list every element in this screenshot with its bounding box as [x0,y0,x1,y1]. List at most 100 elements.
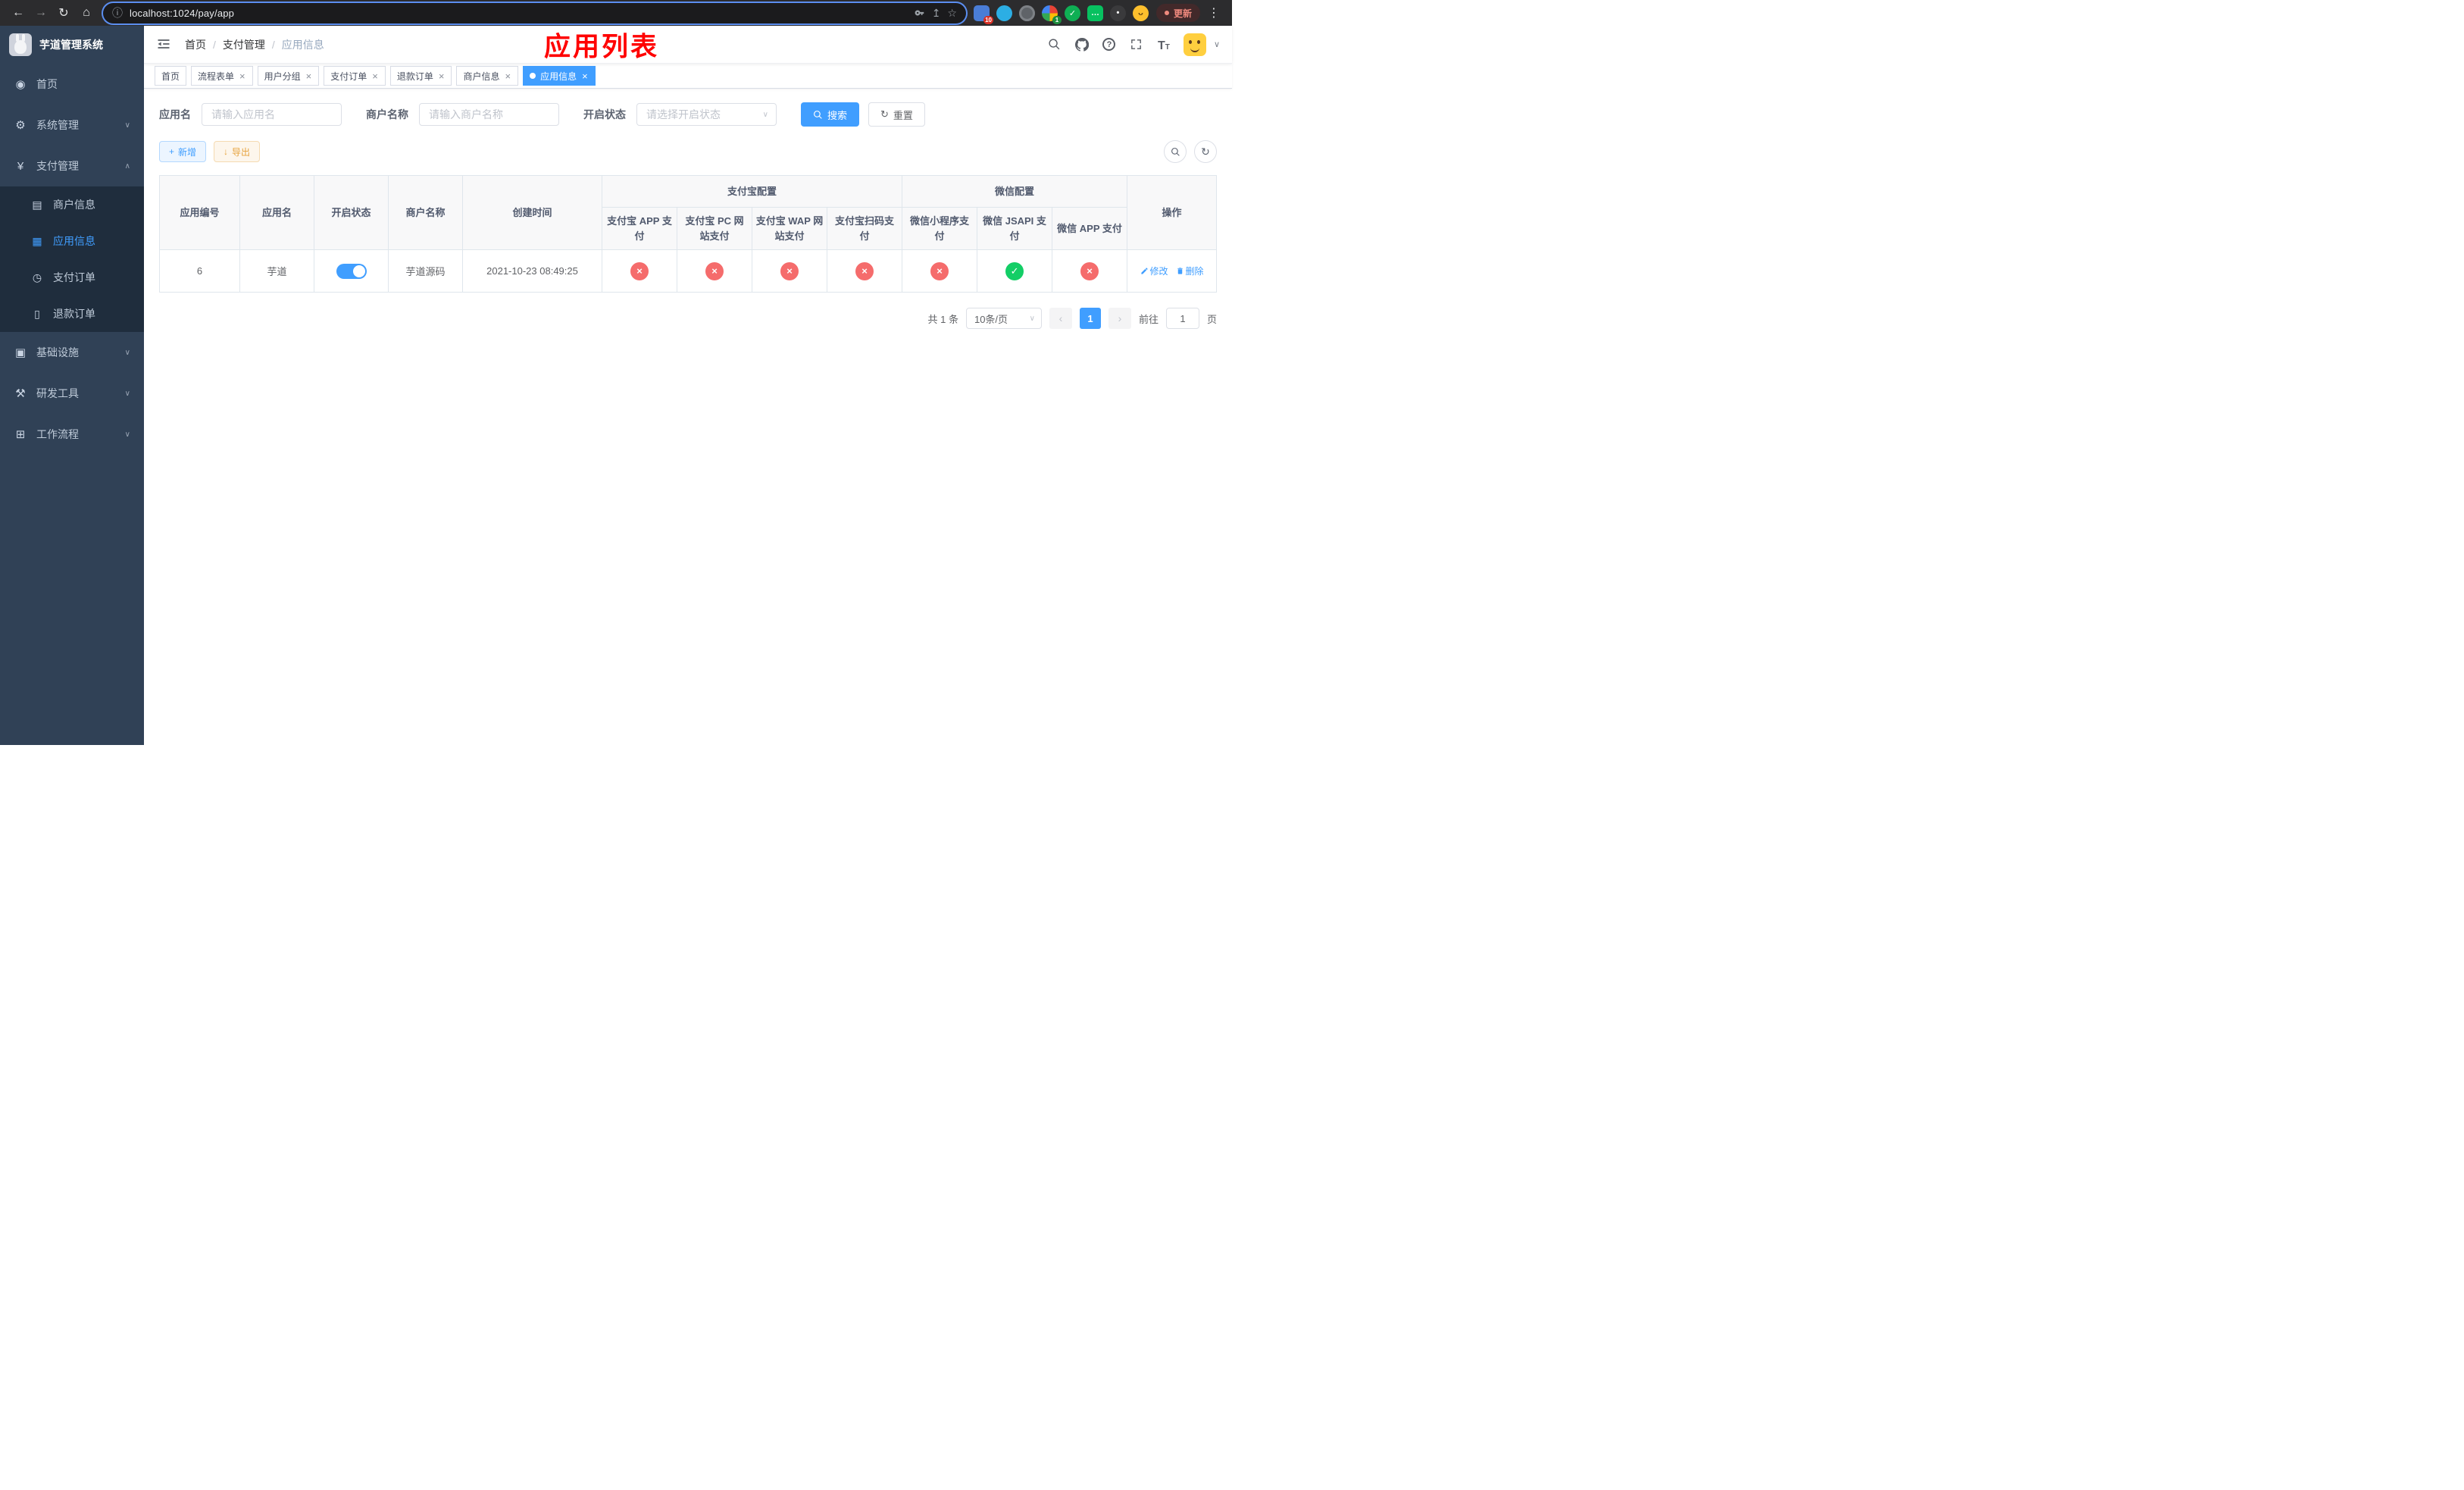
sidebar-subitem-pay-order[interactable]: ◷ 支付订单 [0,259,144,296]
update-dot-icon [1164,11,1169,15]
export-button[interactable]: ↓ 导出 [214,141,261,162]
extension-globe-icon[interactable] [1018,5,1035,21]
extension-pin-icon[interactable]: • [1109,5,1126,21]
chevron-down-icon: ∨ [124,348,130,357]
sidebar-item-system[interactable]: ⚙ 系统管理 ∨ [0,105,144,146]
extension-puzzle-icon[interactable]: 10 [973,5,993,24]
wechat-jsapi-status-icon: ✓ [1005,261,1024,280]
update-button[interactable]: 更新 [1155,4,1200,22]
col-header-create-time: 创建时间 [462,175,602,250]
page-number-1[interactable]: 1 [1079,308,1101,329]
breadcrumb-payment[interactable]: 支付管理 [223,37,265,52]
url-text[interactable]: localhost:1024/pay/app [130,8,234,19]
sidebar-subitem-merchant-info[interactable]: ▤ 商户信息 [0,186,144,223]
site-info-icon[interactable]: ⓘ [112,5,123,20]
col-header-status: 开启状态 [314,175,389,250]
github-icon[interactable] [1074,37,1090,52]
app-name-input[interactable] [202,103,342,126]
breadcrumb-separator: / [271,38,275,51]
jump-page-input[interactable] [1165,308,1199,329]
extension-colorwheel-icon[interactable]: 1 [1041,5,1062,24]
tab-process-form[interactable]: 流程表单 × [191,66,253,86]
font-size-icon[interactable]: TT [1156,37,1171,52]
extension-badge: 10 [983,15,993,24]
col-header-wechat-jsapi: 微信 JSAPI 支付 [977,207,1053,250]
tab-close-icon[interactable]: × [581,71,589,81]
app-table: 应用编号 应用名 开启状态 商户名称 创建时间 支付宝配置 微信配置 操作 支付… [159,175,1217,293]
page-size-select[interactable]: 10条/页 ∨ [965,308,1042,329]
extension-green-circle-icon[interactable]: ✓ [1064,5,1080,21]
sidebar-subitem-label: 支付订单 [53,271,95,283]
home-icon[interactable]: ⌂ [76,2,97,23]
search-icon[interactable] [1047,37,1062,52]
tab-app-info[interactable]: 应用信息 × [523,66,596,86]
sidebar-item-devtools[interactable]: ⚒ 研发工具 ∨ [0,373,144,414]
sidebar-item-workflow[interactable]: ⊞ 工作流程 ∨ [0,414,144,455]
tab-user-group[interactable]: 用户分组 × [257,66,320,86]
chevron-down-icon: ∨ [124,121,130,130]
tab-close-icon[interactable]: × [305,71,313,81]
merchant-name-input[interactable] [419,103,559,126]
page-annotation-title: 应用列表 [544,32,660,61]
status-select[interactable]: 请选择开启状态 ∨ [636,103,777,126]
back-icon[interactable]: ← [8,2,29,23]
address-bar[interactable]: ⓘ localhost:1024/pay/app ↥ ☆ [103,2,966,23]
browser-menu-icon[interactable]: ⋮ [1203,2,1224,23]
reset-button[interactable]: ↻ 重置 [868,102,925,127]
sidebar-item-infrastructure[interactable]: ▣ 基础设施 ∨ [0,332,144,373]
col-group-wechat-config: 微信配置 [902,175,1128,208]
bookmark-star-icon[interactable]: ☆ [947,7,957,20]
tab-home[interactable]: 首页 [155,66,187,86]
sidebar-subitem-app-info[interactable]: ▦ 应用信息 [0,223,144,259]
sidebar-item-home[interactable]: ◉ 首页 [0,64,144,105]
col-header-alipay-qr: 支付宝扫码支付 [826,207,903,250]
app-title: 芋道管理系统 [39,39,103,51]
sidebar-subitem-refund-order[interactable]: ▯ 退款订单 [0,296,144,332]
tab-close-icon[interactable]: × [438,71,446,81]
breadcrumb-home[interactable]: 首页 [185,37,206,52]
plus-icon: + [169,146,175,157]
share-icon[interactable]: ↥ [932,7,941,20]
sidebar-item-payment[interactable]: ¥ 支付管理 ∧ [0,146,144,186]
tab-close-icon[interactable]: × [504,71,511,81]
col-header-app-name: 应用名 [239,175,314,250]
toggle-search-button[interactable] [1164,140,1187,163]
forward-icon[interactable]: → [30,2,52,23]
avatar[interactable] [1183,33,1206,56]
add-button[interactable]: + 新增 [159,141,207,162]
cell-wechat-jsapi: ✓ [977,249,1053,293]
tab-merchant-info[interactable]: 商户信息 × [456,66,519,86]
prev-page-button[interactable]: ‹ [1049,308,1072,329]
sidebar-toggle-button[interactable] [156,36,173,53]
col-header-wechat-lite: 微信小程序支付 [902,207,978,250]
search-button[interactable]: 搜索 [801,102,860,127]
delete-link[interactable]: 删除 [1176,265,1204,277]
tab-close-icon[interactable]: × [371,71,379,81]
cell-merchant-name: 芋道源码 [388,249,463,293]
extensions-row: 10 1 ✓ … • ᴗ [973,5,1149,24]
merchant-name-label: 商户名称 [366,108,408,121]
extension-drop-icon[interactable] [996,5,1012,21]
password-key-icon[interactable] [915,8,925,18]
tab-close-icon[interactable]: × [239,71,246,81]
refresh-table-button[interactable]: ↻ [1194,140,1217,163]
reload-icon[interactable]: ↻ [53,2,74,23]
tab-pay-order[interactable]: 支付订单 × [324,66,386,86]
status-toggle[interactable] [336,263,367,279]
extension-emoji-icon[interactable]: ᴗ [1132,5,1149,21]
sidebar-item-label: 首页 [36,78,58,90]
extension-chat-icon[interactable]: … [1087,5,1103,21]
sidebar-logo[interactable]: 芋道管理系统 [0,26,144,64]
gear-icon: ⚙ [15,119,26,132]
pagination-total: 共 1 条 [927,313,958,325]
help-icon[interactable]: ? [1102,37,1117,52]
next-page-button[interactable]: › [1108,308,1131,329]
fullscreen-icon[interactable] [1129,37,1144,52]
avatar-chevron-down-icon[interactable]: ∨ [1214,39,1220,49]
tab-refund-order[interactable]: 退款订单 × [389,66,452,86]
col-header-wechat-app: 微信 APP 支付 [1052,207,1128,250]
top-navbar: 首页 / 支付管理 / 应用信息 应用列表 ? T T ∨ [144,26,1232,64]
edit-link[interactable]: 修改 [1140,265,1168,277]
filter-form: 应用名 商户名称 开启状态 请选择开启状态 ∨ 搜索 [159,102,1217,127]
alipay-wap-status-icon: × [780,261,799,280]
